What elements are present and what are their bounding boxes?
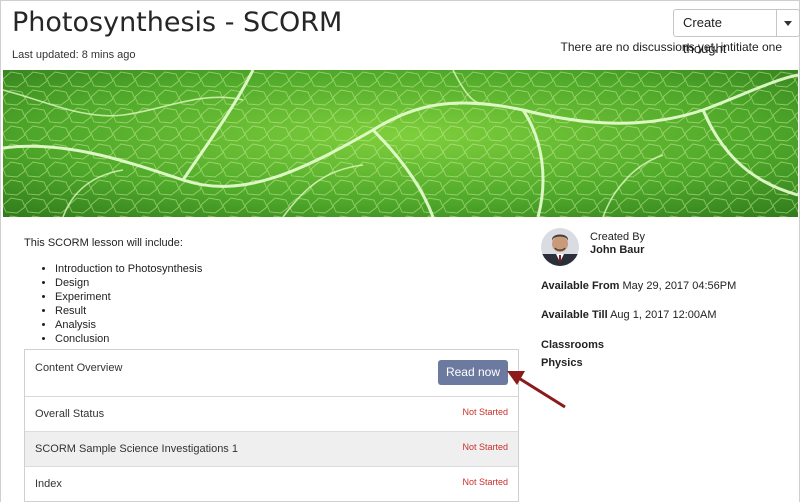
classrooms-label: Classrooms — [541, 339, 604, 351]
leaf-banner-image — [3, 70, 798, 217]
discussion-note: There are no discussions yet, intitiate … — [560, 40, 782, 54]
create-thought-dropdown-toggle[interactable] — [775, 10, 799, 36]
list-item: Introduction to Photosynthesis — [55, 262, 518, 276]
topic-list: Introduction to Photosynthesis Design Ex… — [24, 262, 518, 346]
table-row[interactable]: Index Not Started — [25, 467, 518, 501]
content-overview-panel: Content Overview Read now Overall Status… — [24, 349, 519, 502]
lesson-intro: This SCORM lesson will include: — [24, 237, 183, 249]
content-overview-header: Content Overview Read now — [25, 350, 518, 397]
table-row[interactable]: Overall Status Not Started — [25, 397, 518, 432]
list-item: Design — [55, 276, 518, 290]
available-from-label: Available From — [541, 280, 620, 292]
creator-name[interactable]: John Baur — [590, 244, 644, 256]
list-item: Experiment — [55, 290, 518, 304]
table-row[interactable]: SCORM Sample Science Investigations 1 No… — [25, 432, 518, 467]
create-thought-button[interactable]: Create thought — [674, 10, 776, 56]
row-label: Overall Status — [35, 408, 105, 420]
available-till: Available Till Aug 1, 2017 12:00AM — [541, 309, 717, 321]
list-item: Analysis — [55, 318, 518, 332]
caret-down-icon — [783, 20, 792, 26]
available-till-label: Available Till — [541, 309, 608, 321]
read-now-button[interactable]: Read now — [438, 360, 508, 385]
content-overview-title: Content Overview — [35, 362, 123, 374]
status-badge: Not Started — [462, 477, 508, 487]
row-label: Index — [35, 478, 62, 490]
lesson-description: This SCORM lesson will include: Introduc… — [24, 230, 518, 346]
page-title: Photosynthesis - SCORM — [12, 7, 343, 38]
row-label: SCORM Sample Science Investigations 1 — [35, 443, 238, 455]
last-updated: Last updated: 8 mins ago — [12, 49, 136, 61]
available-till-value: Aug 1, 2017 12:00AM — [610, 309, 717, 321]
annotation-arrow-icon — [507, 371, 566, 409]
avatar[interactable] — [541, 228, 579, 266]
status-badge: Not Started — [462, 442, 508, 452]
status-badge: Not Started — [462, 407, 508, 417]
available-from-value: May 29, 2017 04:56PM — [622, 280, 737, 292]
create-thought-group: Create thought — [673, 9, 800, 56]
list-item: Conclusion — [55, 332, 518, 346]
list-item: Result — [55, 304, 518, 318]
available-from: Available From May 29, 2017 04:56PM — [541, 280, 736, 292]
created-by-label: Created By — [590, 231, 646, 243]
classroom-physics[interactable]: Physics — [541, 357, 583, 369]
